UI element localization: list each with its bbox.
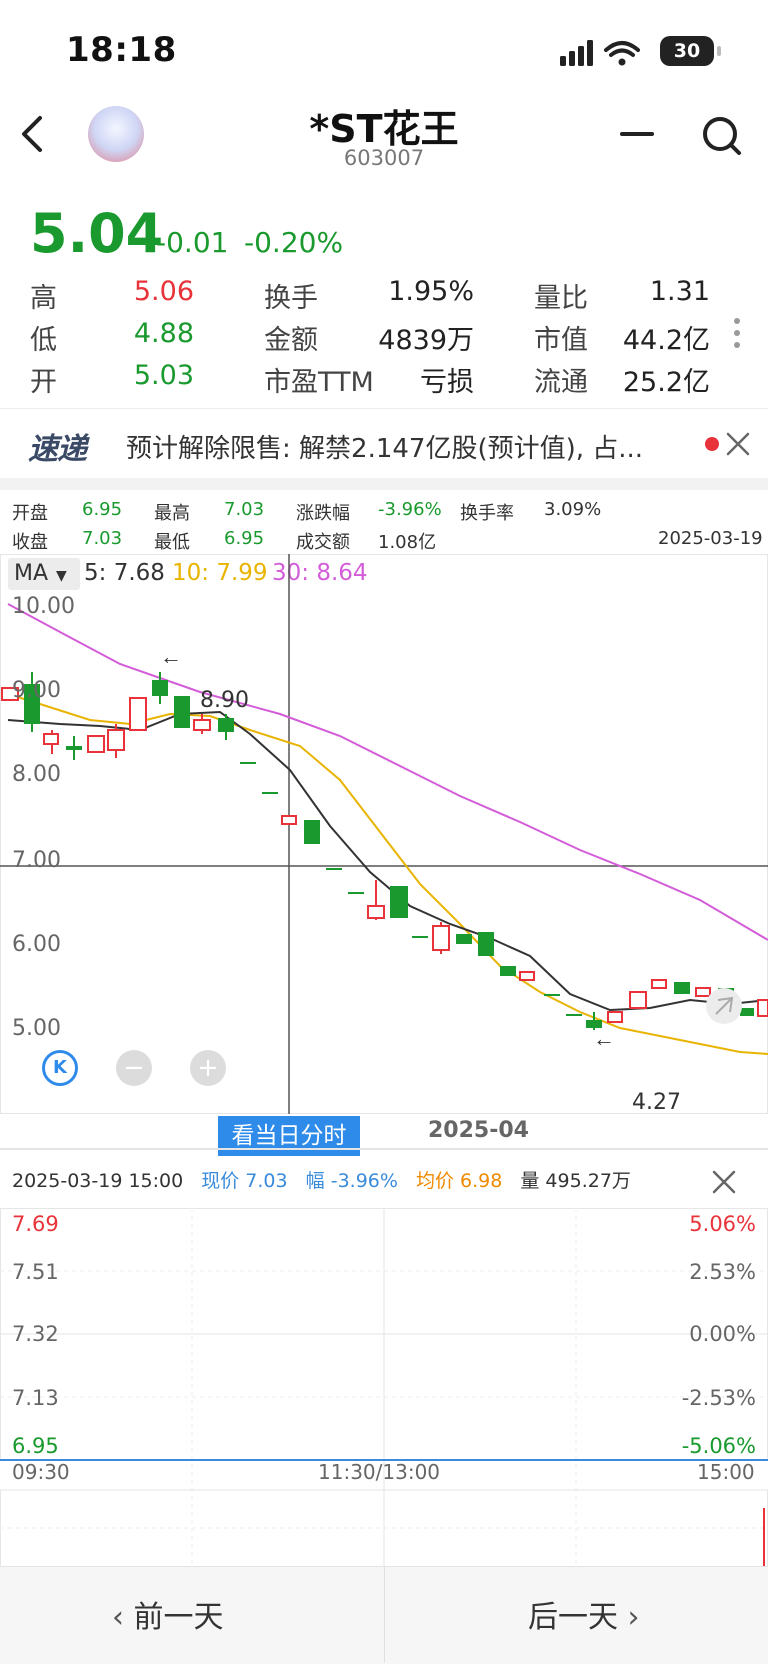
stock-code: 603007 [343, 146, 425, 170]
intraday-price: 现价 7.03 [201, 1170, 288, 1192]
ma5-line [7, 710, 768, 1012]
more-icon[interactable] [734, 318, 740, 354]
section-separator [0, 478, 768, 490]
high-mark-label: 8.90 [200, 688, 249, 713]
info-high-value: 7.03 [224, 499, 265, 520]
info-turnover-value: 3.09% [544, 499, 602, 520]
kline-chart[interactable]: ← ← [0, 554, 768, 1114]
bottom-divider [384, 1566, 385, 1663]
intraday-time-end: 15:00 [697, 1460, 755, 1484]
info-change-label: 涨跌幅 [296, 503, 350, 524]
info-turnover-label: 换手率 [460, 503, 514, 524]
search-icon[interactable] [700, 114, 744, 158]
quote-label-amount: 金额 [264, 325, 318, 356]
quote-value-volume-ratio: 1.31 [649, 276, 710, 307]
info-date: 2025-03-19 [658, 528, 763, 549]
quote-label-volume-ratio: 量比 [534, 283, 588, 314]
next-day-button[interactable]: 后一天 › [528, 1592, 640, 1636]
view-day-intraday-button[interactable]: 看当日分时 [218, 1116, 360, 1156]
quote-value-turnover: 1.95% [388, 276, 474, 307]
signal-wifi-icons [560, 40, 640, 66]
chevron-right-icon: › [627, 1600, 640, 1635]
quote-value-open: 5.03 [133, 360, 194, 391]
y-axis-label: 7.00 [12, 848, 61, 873]
news-ticker-text[interactable]: 预计解除限售: 解禁2.147亿股(预计值), 占... [126, 428, 666, 465]
quote-value-pe: 亏损 [420, 367, 474, 398]
intraday-left-axis: 7.13 [12, 1386, 59, 1410]
minimize-icon[interactable] [620, 132, 654, 136]
stock-title: *ST花王 [309, 107, 459, 151]
intraday-right-axis: -2.53% [681, 1386, 756, 1410]
intraday-time-start: 09:30 [12, 1460, 70, 1484]
battery-icon: 30 [660, 36, 721, 66]
candles [1, 672, 768, 1030]
info-close-value: 7.03 [82, 528, 123, 549]
info-amount-value: 1.08亿 [378, 532, 437, 553]
low-mark-label: 4.27 [632, 1090, 681, 1115]
divider [0, 408, 768, 409]
info-change-value: -3.96% [378, 499, 442, 520]
quote-value-high: 5.06 [133, 276, 194, 307]
y-axis-label: 9.00 [12, 678, 61, 703]
intraday-volume: 量 495.27万 [520, 1170, 631, 1192]
info-amount-label: 成交额 [296, 532, 350, 553]
intraday-time-mid: 11:30/13:00 [318, 1460, 441, 1484]
y-axis-label: 5.00 [12, 1016, 61, 1041]
info-close-label: 收盘 [12, 532, 48, 553]
price-change-pct: -0.20% [244, 226, 344, 259]
info-low-label: 最低 [154, 532, 190, 553]
quote-label-open: 开 [30, 367, 57, 398]
low-mark-arrow: ← [593, 1026, 615, 1051]
intraday-right-axis: 2.53% [689, 1260, 756, 1284]
quote-label-low: 低 [30, 325, 57, 356]
info-high-label: 最高 [154, 503, 190, 524]
intraday-avg: 均价 6.98 [415, 1170, 503, 1192]
status-time: 18:18 [66, 30, 177, 70]
quote-label-pe: 市盈TTM [264, 367, 374, 398]
intraday-right-axis: 5.06% [689, 1212, 756, 1236]
quote-value-float-cap: 25.2亿 [622, 367, 710, 398]
quote-value-amount: 4839万 [378, 325, 474, 356]
news-logo: 速递 [28, 432, 87, 467]
intraday-left-axis: 6.95 [12, 1434, 59, 1458]
quote-label-turnover: 换手 [264, 283, 318, 314]
y-axis-label: 10.00 [12, 594, 75, 619]
intraday-left-axis: 7.69 [12, 1212, 59, 1236]
divider [0, 1148, 768, 1150]
intraday-left-axis: 7.32 [12, 1322, 59, 1346]
y-axis-label: 6.00 [12, 932, 61, 957]
prev-day-label: 前一天 [133, 1600, 224, 1635]
intraday-chart[interactable] [0, 1208, 768, 1568]
price-change: -0.01 [156, 226, 229, 259]
current-price: 5.04 [30, 202, 164, 265]
prev-day-button[interactable]: ‹ 前一天 [112, 1592, 224, 1636]
quote-label-market-cap: 市值 [534, 325, 588, 356]
ma30-line [7, 603, 768, 941]
unread-dot-icon [705, 437, 719, 451]
close-news-icon[interactable] [724, 430, 752, 458]
intraday-header: 2025-03-19 15:00 现价 7.03 幅 -3.96% 均价 6.9… [12, 1166, 631, 1193]
zoom-in-icon[interactable]: + [190, 1050, 226, 1086]
quote-value-low: 4.88 [133, 318, 194, 349]
info-open-value: 6.95 [82, 499, 123, 520]
quote-value-market-cap: 44.2亿 [622, 325, 710, 356]
quote-label-float-cap: 流通 [534, 367, 588, 398]
info-open-label: 开盘 [12, 503, 48, 524]
high-mark-arrow: ← [160, 644, 182, 669]
intraday-left-axis: 7.51 [12, 1260, 59, 1284]
intraday-datetime: 2025-03-19 15:00 [12, 1170, 184, 1192]
k-switch-icon[interactable]: K [42, 1050, 78, 1086]
chevron-left-icon: ‹ [112, 1600, 124, 1635]
month-label: 2025-04 [428, 1118, 529, 1143]
y-axis-label: 8.00 [12, 762, 61, 787]
intraday-right-axis: 0.00% [689, 1322, 756, 1346]
info-low-value: 6.95 [224, 528, 265, 549]
next-day-label: 后一天 [528, 1600, 618, 1635]
intraday-right-axis: -5.06% [681, 1434, 756, 1458]
zoom-out-icon[interactable]: − [116, 1050, 152, 1086]
close-intraday-icon[interactable] [710, 1168, 738, 1196]
kline-frame [0, 554, 768, 1114]
quote-label-high: 高 [30, 283, 57, 314]
intraday-range: 幅 -3.96% [305, 1170, 398, 1192]
